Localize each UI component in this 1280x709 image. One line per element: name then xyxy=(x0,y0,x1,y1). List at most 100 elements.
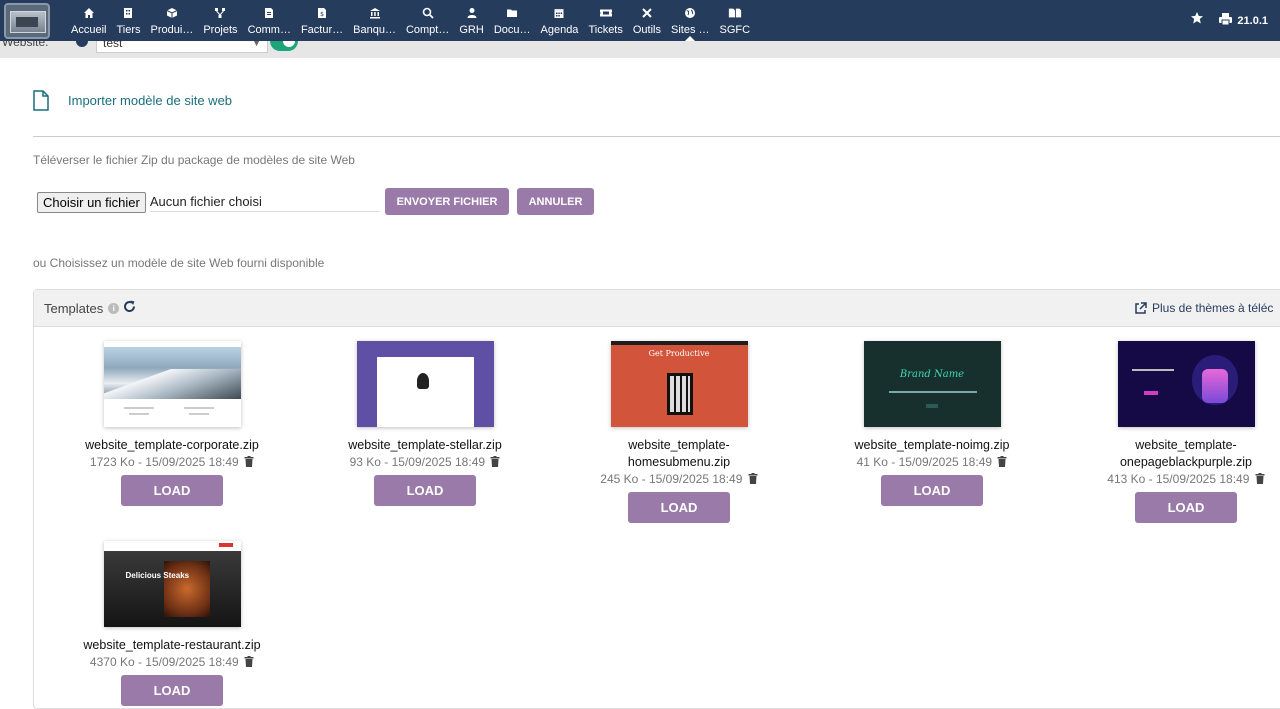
menu-item-comptabilite[interactable]: Compt… xyxy=(401,0,454,41)
template-filename: website_template-stellar.zip xyxy=(348,438,502,452)
template-thumbnail[interactable] xyxy=(1117,341,1255,427)
template-meta: 245 Ko - 15/09/2025 18:49 xyxy=(579,471,779,488)
topright-tools: 21.0.1 xyxy=(1190,11,1268,30)
file-input: Choisir un fichier Aucun fichier choisi xyxy=(37,192,380,213)
menu-item-banques[interactable]: Banqu… xyxy=(348,0,401,41)
templates-panel: Templates i Plus de thèmes à téléc websi… xyxy=(33,289,1280,709)
menu-item-grh[interactable]: GRH xyxy=(454,0,488,41)
send-file-button[interactable]: ENVOYER FICHIER xyxy=(385,188,509,215)
menu-item-sgfc[interactable]: SGFC xyxy=(715,0,756,41)
load-button[interactable]: LOAD xyxy=(1135,492,1237,523)
templates-header: Templates i Plus de thèmes à téléc xyxy=(34,290,1280,327)
refresh-icon[interactable] xyxy=(123,300,136,317)
template-card-onepageblackpurple: website_template- onepageblackpurple.zip… xyxy=(1086,341,1280,523)
load-button[interactable]: LOAD xyxy=(881,475,983,506)
printer-icon xyxy=(1218,12,1233,29)
load-button[interactable]: LOAD xyxy=(121,475,223,506)
template-meta-text: 93 Ko - 15/09/2025 18:49 xyxy=(349,455,486,469)
website-select[interactable]: test ▼ xyxy=(96,41,268,53)
template-thumbnail[interactable]: Get Productive xyxy=(610,341,748,427)
website-select-value: test xyxy=(103,41,123,50)
menu-item-tickets[interactable]: Tickets xyxy=(583,0,627,41)
cancel-button[interactable]: ANNULER xyxy=(517,188,594,215)
file-icon xyxy=(33,90,49,111)
file-dollar-icon: $ xyxy=(315,6,329,20)
template-meta: 1723 Ko - 15/09/2025 18:49 xyxy=(72,454,272,471)
template-meta: 413 Ko - 15/09/2025 18:49 xyxy=(1086,471,1280,488)
template-filename: website_template-homesubmenu.zip xyxy=(627,438,731,469)
more-themes-label: Plus de thèmes à téléc xyxy=(1152,301,1274,315)
menu-item-projets[interactable]: Projets xyxy=(198,0,242,41)
trash-icon[interactable] xyxy=(244,455,254,471)
load-button[interactable]: LOAD xyxy=(121,675,223,706)
version-block[interactable]: 21.0.1 xyxy=(1218,12,1268,29)
template-card-noimg: Brand Name website_template-noimg.zip 41… xyxy=(832,341,1032,506)
template-filename: website_template- onepageblackpurple.zip xyxy=(1086,437,1280,471)
page-title-row: Importer modèle de site web xyxy=(33,90,232,111)
menu-item-commandes[interactable]: Comm… xyxy=(243,0,296,41)
template-filename: website_template-restaurant.zip xyxy=(83,638,261,652)
cube-icon xyxy=(165,6,179,20)
template-meta-text: 413 Ko - 15/09/2025 18:49 xyxy=(1107,472,1250,486)
menu-item-label: Compt… xyxy=(405,23,450,36)
template-thumbnail[interactable]: Delicious Steaks xyxy=(103,541,241,627)
website-toggle[interactable] xyxy=(270,41,298,51)
template-meta-text: 4370 Ko - 15/09/2025 18:49 xyxy=(89,655,239,669)
trash-icon[interactable] xyxy=(748,472,758,488)
thumbnail-text: Get Productive xyxy=(648,349,710,358)
choose-file-button[interactable]: Choisir un fichier xyxy=(37,192,146,213)
menu-item-label: Banqu… xyxy=(353,23,396,36)
menu-item-label: Accueil xyxy=(71,23,107,36)
divider xyxy=(33,136,1280,137)
website-selector-bar: Website: test ▼ xyxy=(0,41,1280,58)
menu-item-accueil[interactable]: Accueil xyxy=(66,0,111,41)
trash-icon[interactable] xyxy=(997,455,1007,471)
template-thumbnail[interactable] xyxy=(103,341,241,427)
chevron-down-icon: ▼ xyxy=(252,41,261,48)
template-thumbnail[interactable] xyxy=(356,341,494,427)
menu-item-label: Factur… xyxy=(300,23,344,36)
choose-template-hint: ou Choisissez un modèle de site Web four… xyxy=(33,256,325,270)
template-meta-text: 41 Ko - 15/09/2025 18:49 xyxy=(856,455,993,469)
menu-item-factures[interactable]: $ Factur… xyxy=(296,0,348,41)
trash-icon[interactable] xyxy=(490,455,500,471)
external-link-icon xyxy=(1135,301,1147,314)
bank-icon xyxy=(368,6,382,20)
trash-icon[interactable] xyxy=(244,655,254,671)
globe-icon xyxy=(683,6,697,20)
info-icon[interactable]: i xyxy=(108,302,120,314)
files-icon xyxy=(728,6,742,20)
menu-item-outils[interactable]: Outils xyxy=(628,0,666,41)
more-themes-link[interactable]: Plus de thèmes à téléc xyxy=(1134,301,1273,315)
version-label: 21.0.1 xyxy=(1237,14,1268,27)
template-card-homesubmenu: Get Productive website_template-homesubm… xyxy=(579,341,779,523)
template-filename-line2: onepageblackpurple.zip xyxy=(1119,455,1253,469)
upload-hint: Téléverser le fichier Zip du package de … xyxy=(33,153,355,167)
load-button[interactable]: LOAD xyxy=(374,475,476,506)
menu-item-tiers[interactable]: Tiers xyxy=(111,0,145,41)
load-button[interactable]: LOAD xyxy=(628,492,730,523)
star-icon[interactable] xyxy=(1190,11,1204,30)
menu-item-label: Tickets xyxy=(588,23,623,36)
thumbnail-text: Delicious Steaks xyxy=(125,571,190,580)
top-navbar: Accueil Tiers Produi… Projets Comm… $ Fa… xyxy=(0,0,1280,41)
template-card-restaurant: Delicious Steaks website_template-restau… xyxy=(72,541,272,706)
template-meta: 4370 Ko - 15/09/2025 18:49 xyxy=(72,654,272,671)
main-menu: Accueil Tiers Produi… Projets Comm… $ Fa… xyxy=(66,0,755,41)
menu-item-produits[interactable]: Produi… xyxy=(146,0,199,41)
trash-icon[interactable] xyxy=(1255,472,1265,488)
building-icon xyxy=(121,6,135,20)
template-filename-line1: website_template- xyxy=(1135,438,1237,452)
menu-item-label: Produi… xyxy=(150,23,194,36)
website-label: Website: xyxy=(2,41,49,49)
home-icon xyxy=(82,6,96,20)
menu-item-agenda[interactable]: Agenda xyxy=(536,0,584,41)
template-thumbnail[interactable]: Brand Name xyxy=(863,341,1001,427)
company-logo[interactable] xyxy=(4,2,50,39)
template-meta: 93 Ko - 15/09/2025 18:49 xyxy=(325,454,525,471)
menu-item-sites-web[interactable]: Sites … xyxy=(666,0,715,41)
menu-item-documents[interactable]: Docu… xyxy=(489,0,536,41)
menu-item-label: Agenda xyxy=(540,23,579,36)
menu-item-label: SGFC xyxy=(719,23,751,36)
template-card-corporate: website_template-corporate.zip 1723 Ko -… xyxy=(72,341,272,506)
